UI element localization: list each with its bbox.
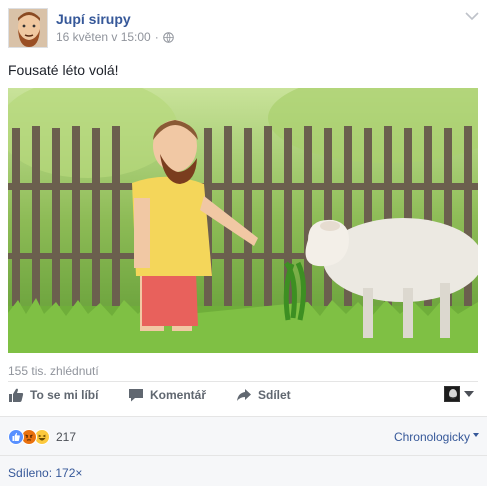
post-meta: 16 květen v 15:00 · [56, 30, 174, 44]
order-caret-icon [473, 433, 479, 437]
like-label: To se mi líbí [30, 388, 99, 402]
thumbs-up-icon [9, 388, 24, 402]
post-footer: 217 Chronologicky Sdíleno: 172× [0, 416, 487, 486]
privacy-globe-icon[interactable] [162, 31, 174, 43]
share-label: Sdílet [258, 388, 291, 402]
facebook-post: Jupí sirupy 16 květen v 15:00 · Fousaté … [0, 0, 487, 486]
comment-icon [129, 389, 143, 402]
page-name-link[interactable]: Jupí sirupy [56, 11, 131, 27]
actor-selector[interactable] [444, 386, 474, 402]
share-arrow-icon [237, 389, 251, 401]
post-header: Jupí sirupy 16 květen v 15:00 · [8, 8, 479, 48]
post-caption: Fousaté léto volá! [8, 62, 119, 78]
like-button[interactable]: To se mi líbí [8, 387, 98, 403]
comment-order-dropdown[interactable]: Chronologicky [394, 430, 479, 444]
actor-avatar [444, 386, 460, 402]
comment-button[interactable]: Komentář [128, 387, 206, 403]
post-video[interactable] [8, 88, 478, 353]
page-avatar[interactable] [8, 8, 48, 48]
meta-separator: · [154, 30, 159, 44]
video-thumbnail [8, 88, 478, 353]
comment-label: Komentář [150, 388, 207, 402]
actor-dropdown-caret-icon [464, 391, 474, 397]
comment-order-label: Chronologicky [393, 430, 470, 444]
footer-divider [0, 455, 487, 456]
view-count[interactable]: 155 tis. zhlédnutí [8, 364, 99, 378]
reaction-count: 217 [56, 430, 77, 444]
post-options-chevron-icon[interactable] [465, 10, 479, 21]
share-button[interactable]: Sdílet [236, 387, 291, 403]
post-timestamp[interactable]: 16 květen v 15:00 [56, 30, 151, 44]
like-icon [8, 429, 24, 445]
share-count-link[interactable]: Sdíleno: 172× [8, 466, 82, 480]
post-actions-bar: To se mi líbí Komentář Sdílet [8, 382, 478, 412]
reactions-summary[interactable]: 217 [8, 429, 76, 445]
